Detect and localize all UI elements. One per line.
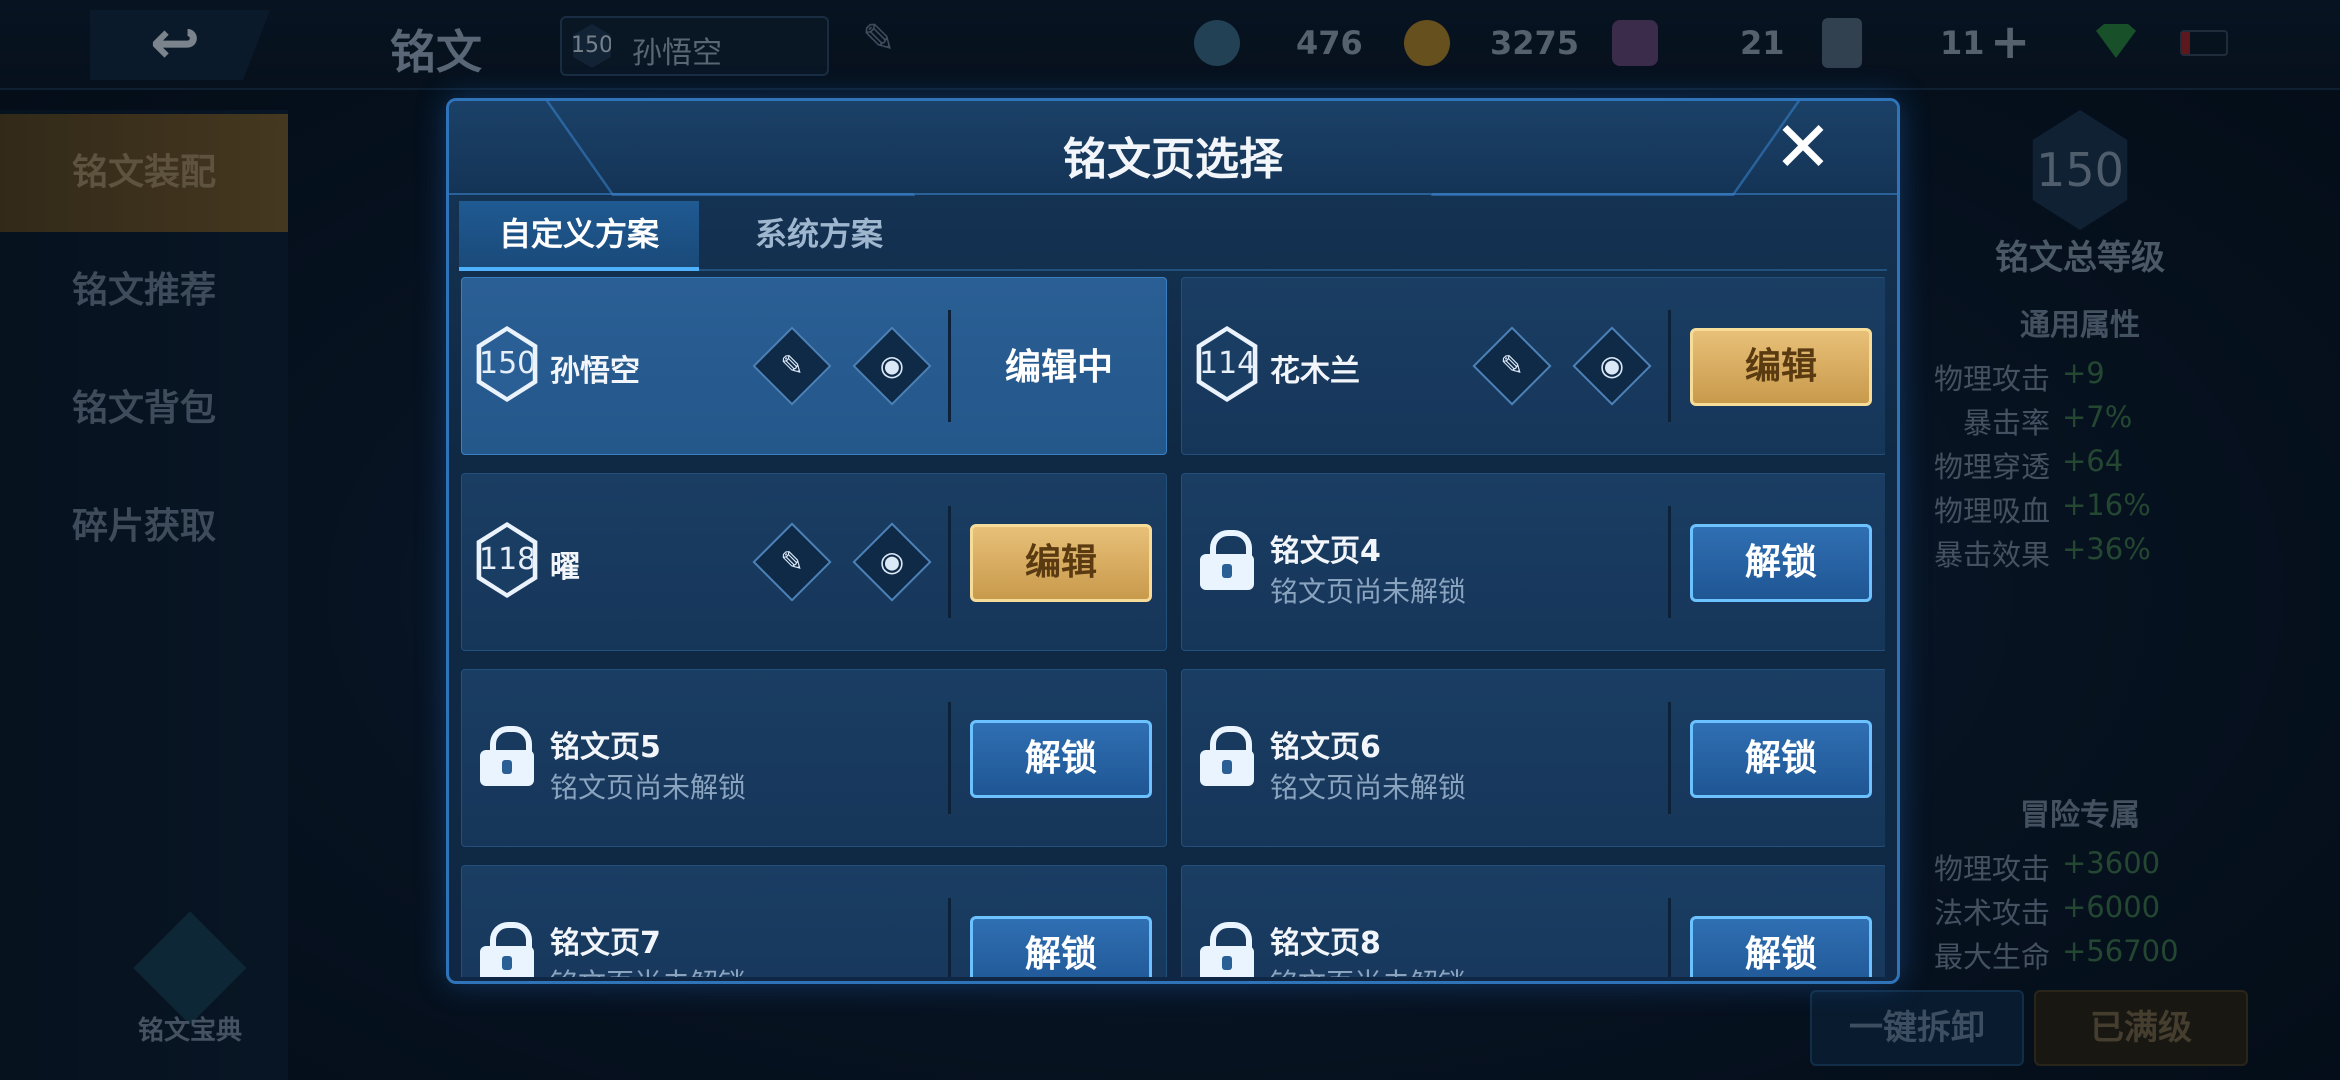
hero-level-badge: 118: [476, 522, 538, 598]
lock-icon: [1198, 530, 1256, 590]
modal-title: 铭文页选择: [1063, 134, 1283, 185]
close-icon[interactable]: ✕: [1771, 112, 1835, 182]
divider: [948, 506, 951, 618]
preview-eye-icon[interactable]: ◉: [852, 522, 932, 602]
modal-header: 铭文页选择 ✕: [449, 101, 1897, 196]
edit-button[interactable]: 编辑: [970, 524, 1152, 602]
page-title: 铭文页5: [550, 730, 661, 765]
lock-icon: [1198, 922, 1256, 977]
divider: [1668, 702, 1671, 814]
page-title: 铭文页8: [1270, 926, 1381, 961]
rune-page-card-locked[interactable]: 铭文页6 铭文页尚未解锁 解锁: [1181, 669, 1885, 847]
lock-icon: [478, 726, 536, 786]
unlock-button[interactable]: 解锁: [1690, 524, 1872, 602]
lock-icon: [1198, 726, 1256, 786]
divider: [948, 702, 951, 814]
rune-page-card[interactable]: 114 花木兰 ✎ ◉ 编辑: [1181, 277, 1885, 455]
page-hero-name: 花木兰: [1270, 354, 1360, 389]
rune-page-grid: 150 孙悟空 ✎ ◉ 编辑中 114 花木兰 ✎ ◉ 编辑 118 曜 ✎ ◉…: [461, 277, 1885, 977]
rename-pencil-icon[interactable]: ✎: [752, 326, 832, 406]
rune-page-card[interactable]: 150 孙悟空 ✎ ◉ 编辑中: [461, 277, 1167, 455]
page-locked-note: 铭文页尚未解锁: [550, 771, 747, 804]
page-locked-note: 铭文页尚未解锁: [1270, 771, 1467, 804]
divider: [948, 898, 951, 977]
rune-page-card-locked[interactable]: 铭文页8 铭文页尚未解锁 解锁: [1181, 865, 1885, 977]
divider: [1668, 506, 1671, 618]
rune-page-select-modal: 铭文页选择 ✕ 自定义方案 系统方案 150 孙悟空 ✎ ◉ 编辑中 114 花…: [446, 98, 1900, 984]
rune-page-card-locked[interactable]: 铭文页5 铭文页尚未解锁 解锁: [461, 669, 1167, 847]
editing-status: 编辑中: [1004, 347, 1113, 388]
tab-bar: 自定义方案 系统方案: [459, 201, 1887, 271]
preview-eye-icon[interactable]: ◉: [1572, 326, 1652, 406]
rune-page-card[interactable]: 118 曜 ✎ ◉ 编辑: [461, 473, 1167, 651]
unlock-button[interactable]: 解锁: [970, 916, 1152, 977]
divider: [948, 310, 951, 422]
edit-button[interactable]: 编辑: [1690, 328, 1872, 406]
rune-page-card-locked[interactable]: 铭文页4 铭文页尚未解锁 解锁: [1181, 473, 1885, 651]
unlock-button[interactable]: 解锁: [1690, 916, 1872, 977]
rename-pencil-icon[interactable]: ✎: [1472, 326, 1552, 406]
page-title: 铭文页6: [1270, 730, 1381, 765]
page-locked-note: 铭文页尚未解锁: [1270, 962, 1466, 977]
rename-pencil-icon[interactable]: ✎: [752, 522, 832, 602]
page-hero-name: 孙悟空: [550, 354, 640, 389]
page-title: 铭文页4: [1270, 534, 1381, 569]
unlock-button[interactable]: 解锁: [1690, 720, 1872, 798]
hero-level-badge: 114: [1196, 326, 1258, 402]
hero-level-badge: 150: [476, 326, 538, 402]
unlock-button[interactable]: 解锁: [970, 720, 1152, 798]
page-locked-note: 铭文页尚未解锁: [550, 962, 746, 977]
preview-eye-icon[interactable]: ◉: [852, 326, 932, 406]
page-locked-note: 铭文页尚未解锁: [1270, 575, 1467, 608]
rune-page-card-locked[interactable]: 铭文页7 铭文页尚未解锁 解锁: [461, 865, 1167, 977]
tab-custom[interactable]: 自定义方案: [459, 201, 699, 271]
lock-icon: [478, 922, 536, 977]
divider: [1668, 310, 1671, 422]
page-hero-name: 曜: [550, 550, 580, 585]
page-title: 铭文页7: [550, 926, 661, 961]
divider: [1668, 898, 1671, 977]
tab-system[interactable]: 系统方案: [699, 201, 939, 267]
